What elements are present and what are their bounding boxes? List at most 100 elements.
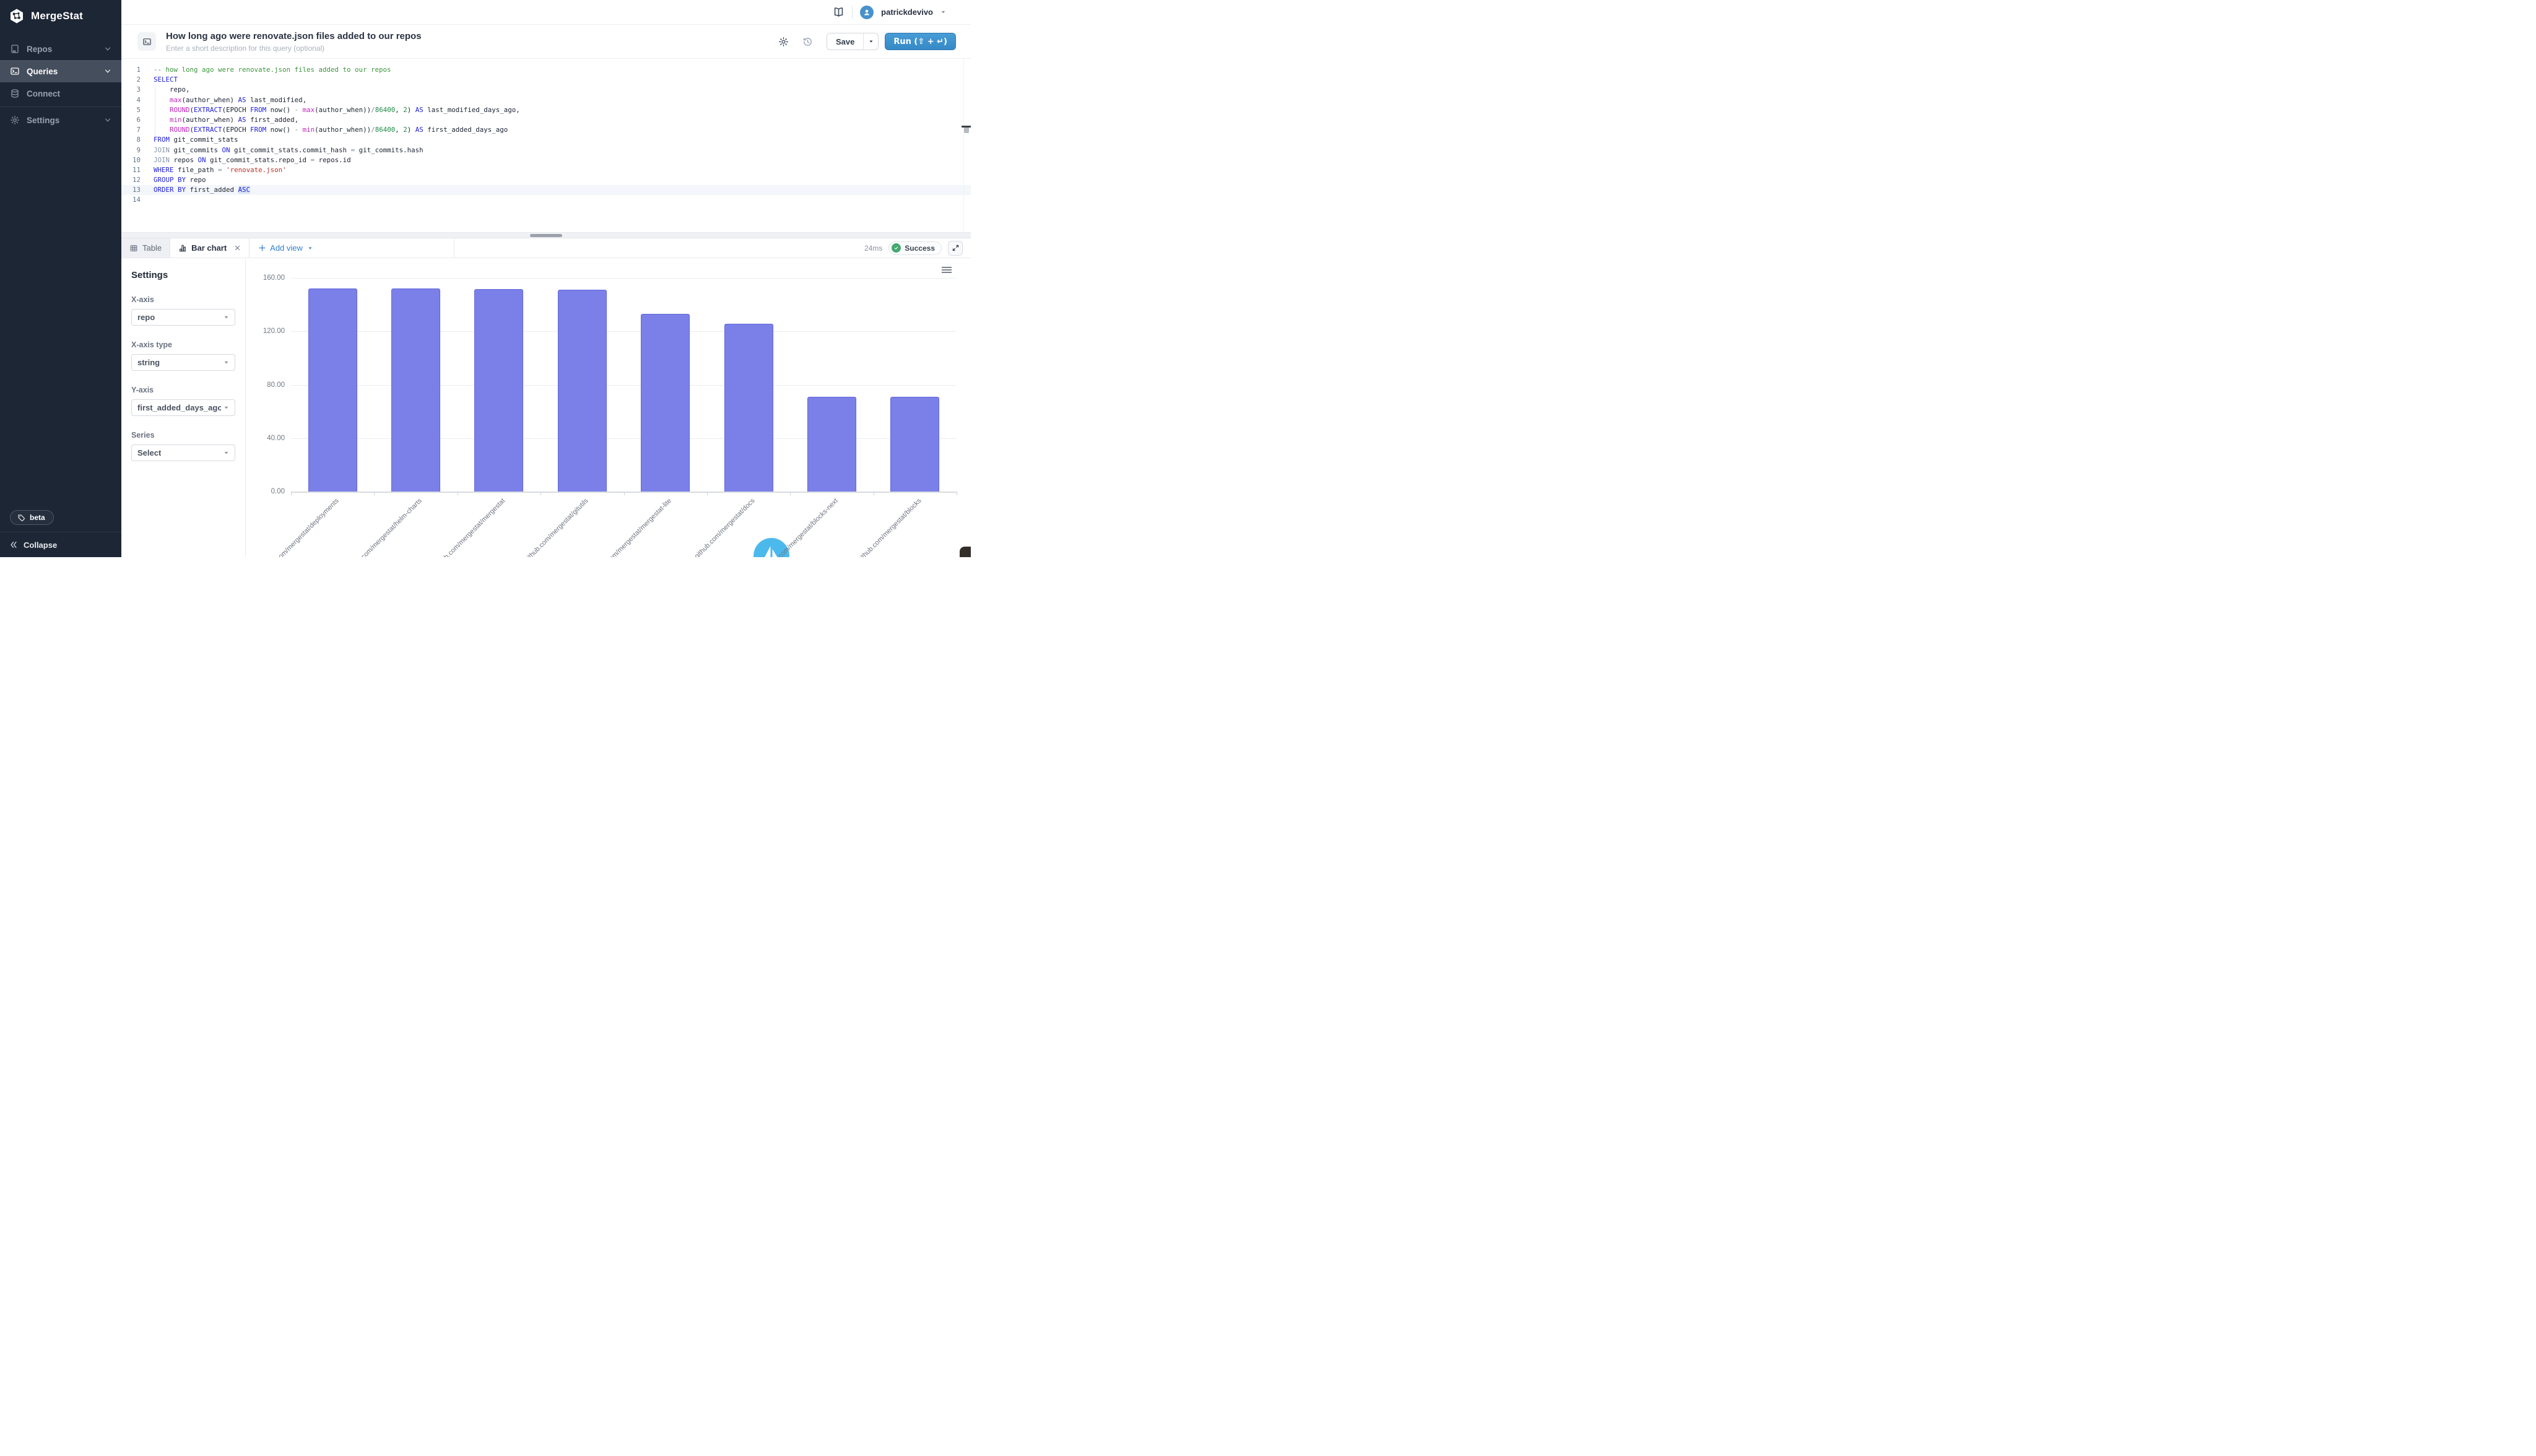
sidebar-item-connect[interactable]: Connect	[0, 82, 121, 105]
expand-results-button[interactable]	[948, 241, 963, 256]
y-axis-tick-label: 120.00	[246, 327, 285, 335]
chart-settings-panel: Settings X-axisrepoX-axis typestringY-ax…	[121, 259, 246, 557]
y-axis-tick-label: 40.00	[246, 435, 285, 442]
code-line[interactable]: 4 max(author_when) AS last_modified,	[121, 95, 971, 105]
select-value: string	[137, 358, 160, 367]
code-line[interactable]: 10JOIN repos ON git_commit_stats.repo_id…	[121, 155, 971, 165]
code-line[interactable]: 12GROUP BY repo	[121, 175, 971, 185]
code-line[interactable]: 1-- how long ago were renovate.json file…	[121, 65, 971, 75]
code-text: ROUND(EXTRACT(EPOCH FROM now() - max(aut…	[149, 105, 520, 115]
logo[interactable]: MergeStat	[0, 0, 121, 32]
close-tab-icon[interactable]	[234, 245, 241, 251]
table-icon	[129, 244, 138, 253]
save-menu-caret[interactable]	[863, 33, 878, 50]
code-lines: 1-- how long ago were renovate.json file…	[121, 59, 971, 206]
caret-down-icon	[224, 450, 229, 456]
code-line[interactable]: 9JOIN git_commits ON git_commit_stats.co…	[121, 145, 971, 155]
tag-icon	[17, 514, 25, 522]
sql-editor[interactable]: 1-- how long ago were renovate.json file…	[121, 59, 971, 232]
select-y-axis[interactable]: first_added_days_ago	[131, 399, 235, 416]
collapse-label: Collapse	[24, 540, 57, 550]
status-badge: Success	[888, 241, 942, 255]
line-number: 6	[121, 115, 149, 125]
code-line[interactable]: 14	[121, 195, 971, 205]
bar-7	[807, 397, 856, 492]
select-series[interactable]: Select	[131, 444, 235, 461]
sidebar-item-settings[interactable]: Settings	[0, 109, 121, 131]
x-axis-tick	[374, 492, 375, 495]
code-line[interactable]: 8FROM git_commit_stats	[121, 135, 971, 145]
bar-1	[308, 288, 357, 492]
field-label: X-axis type	[131, 340, 235, 349]
tab-label: Table	[142, 243, 162, 253]
code-line[interactable]: 7 ROUND(EXTRACT(EPOCH FROM now() - min(a…	[121, 125, 971, 135]
line-number: 7	[121, 125, 149, 135]
panel-splitter	[121, 232, 971, 238]
caret-down-icon	[224, 405, 229, 410]
select-x-axis-type[interactable]: string	[131, 354, 235, 371]
chart-menu-icon[interactable]	[942, 267, 952, 274]
code-line[interactable]: 3 repo,	[121, 85, 971, 95]
code-line[interactable]: 13ORDER BY first_added ASC	[121, 185, 971, 195]
check-icon	[892, 243, 901, 253]
save-button[interactable]: Save	[827, 33, 863, 50]
x-axis-tick	[291, 492, 292, 495]
field-x-axis: X-axisrepo	[131, 295, 235, 326]
query-settings-gear-icon[interactable]	[778, 37, 789, 47]
line-number: 2	[121, 75, 149, 85]
sidebar-item-queries[interactable]: Queries	[0, 60, 121, 82]
main-area: patrickdevivo How long ago were renovate…	[121, 0, 971, 557]
editor-scrollbar-marker	[962, 126, 971, 128]
code-line[interactable]: 5 ROUND(EXTRACT(EPOCH FROM now() - max(a…	[121, 105, 971, 115]
select-value: Select	[137, 448, 161, 457]
beta-badge: beta	[10, 510, 54, 525]
x-axis-category-label: github.com/mergestat/gitutils	[523, 497, 589, 557]
sidebar-nav: ReposQueriesConnect Settings	[0, 38, 121, 131]
sidebar-item-repos[interactable]: Repos	[0, 38, 121, 60]
tab-label: Bar chart	[191, 243, 227, 253]
docs-book-icon[interactable]	[833, 6, 845, 18]
code-line[interactable]: 6 min(author_when) AS first_added,	[121, 115, 971, 125]
chevron-down-icon	[104, 45, 111, 53]
bar-3	[474, 289, 523, 492]
splitter-drag-handle[interactable]	[530, 234, 562, 237]
query-title[interactable]: How long ago were renovate.json files ad…	[166, 31, 422, 41]
select-value: first_added_days_ago	[137, 403, 221, 412]
x-axis-category-label: github.com/mergestat/deployments	[260, 497, 341, 557]
plus-icon	[258, 244, 266, 252]
status-badge-label: Success	[905, 244, 935, 253]
code-text: -- how long ago were renovate.json files…	[149, 65, 391, 75]
select-x-axis[interactable]: repo	[131, 309, 235, 326]
sidebar-collapse-button[interactable]: Collapse	[0, 532, 121, 557]
y-axis-tick-label: 0.00	[246, 488, 285, 495]
user-menu-caret-icon[interactable]	[940, 9, 946, 15]
code-line[interactable]: 11WHERE file_path = 'renovate.json'	[121, 165, 971, 175]
add-view-label: Add view	[270, 243, 303, 253]
query-description-placeholder[interactable]: Enter a short description for this query…	[166, 44, 422, 53]
code-line[interactable]: 2SELECT	[121, 75, 971, 85]
x-axis-category-label: github.com/mergestat/mergestat-lite	[591, 497, 674, 557]
double-chevron-left-icon	[9, 540, 18, 549]
line-number: 12	[121, 175, 149, 185]
bar-chart-icon	[178, 244, 187, 253]
bar-2	[391, 288, 440, 492]
username[interactable]: patrickdevivo	[881, 7, 933, 17]
results-body: Settings X-axisrepoX-axis typestringY-ax…	[121, 259, 971, 557]
settings-panel-title: Settings	[131, 270, 235, 280]
corner-widget	[960, 547, 971, 557]
tab-bar-chart[interactable]: Bar chart	[170, 238, 250, 258]
query-history-icon[interactable]	[802, 37, 813, 47]
line-number: 14	[121, 195, 149, 205]
caret-down-icon	[224, 360, 229, 365]
code-text: min(author_when) AS first_added,	[149, 115, 298, 125]
run-button[interactable]: Run (⇧ + ↵)	[885, 33, 956, 50]
line-number: 10	[121, 155, 149, 165]
x-axis-category-label: github.com/mergestat/docs	[693, 497, 757, 557]
tab-table[interactable]: Table	[121, 238, 170, 258]
topbar: patrickdevivo	[121, 0, 971, 25]
avatar[interactable]	[860, 6, 874, 19]
query-terminal-icon	[137, 32, 156, 51]
line-number: 8	[121, 135, 149, 145]
logo-text: MergeStat	[31, 10, 83, 22]
add-view-button[interactable]: Add view	[250, 238, 321, 258]
